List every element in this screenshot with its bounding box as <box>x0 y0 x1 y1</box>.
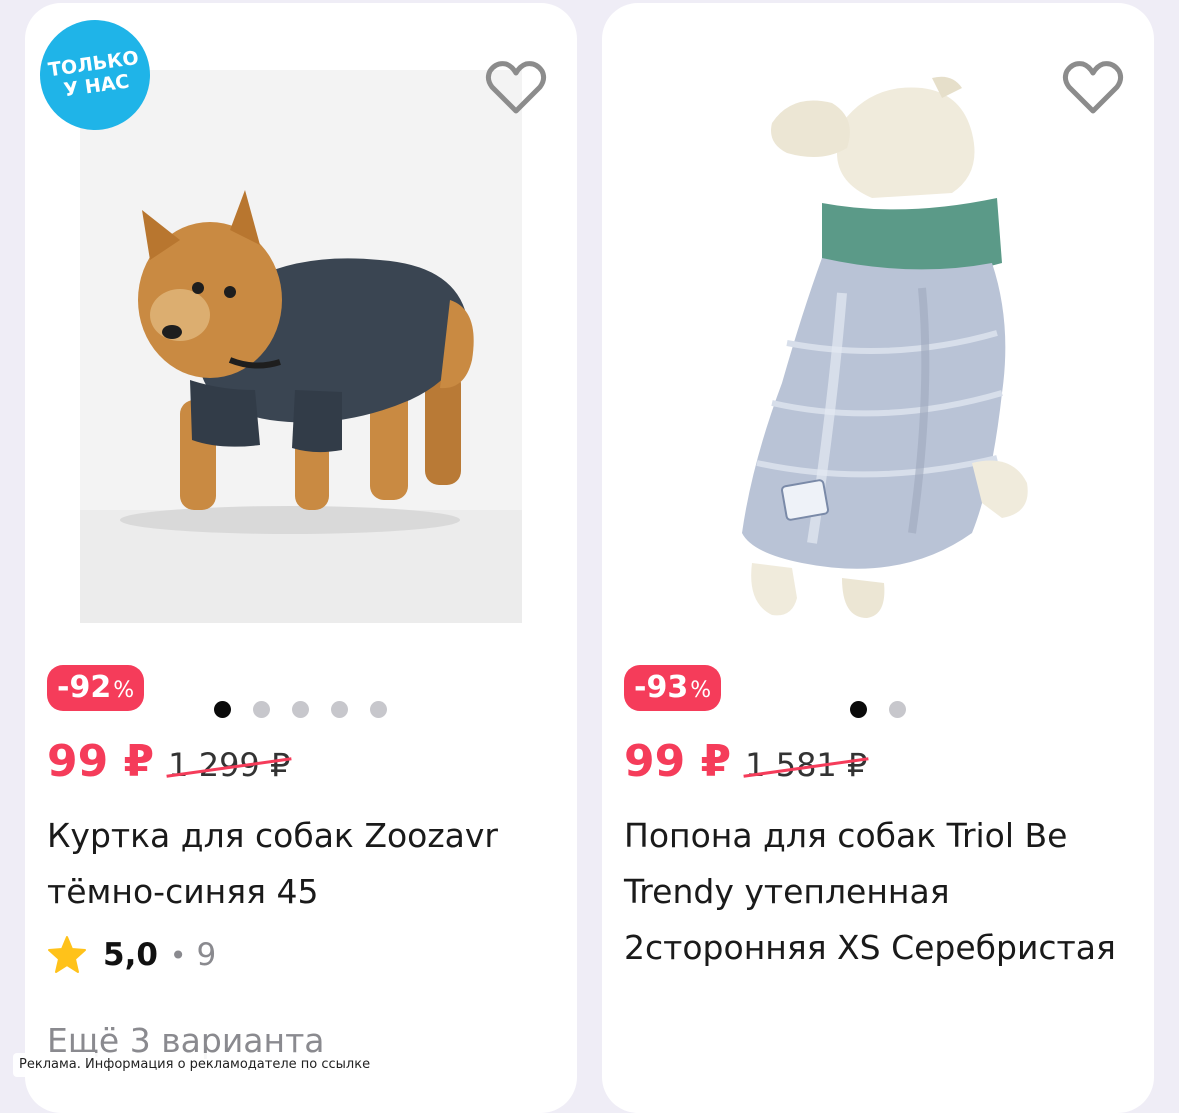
product-title[interactable]: Куртка для собак Zoozavr тёмно-синяя 45 <box>47 808 557 920</box>
gallery-dot[interactable] <box>370 701 387 718</box>
ad-disclaimer[interactable]: Реклама. Информация о рекламодателе по с… <box>13 1053 377 1077</box>
gallery-dot[interactable] <box>292 701 309 718</box>
old-price: 1 299 ₽ <box>168 746 291 784</box>
favorite-button[interactable] <box>484 59 548 117</box>
product-image[interactable] <box>672 63 1102 643</box>
star-icon <box>48 936 86 973</box>
exclusive-badge-text: ТОЛЬКО У НАС <box>46 46 141 102</box>
price-row: 99 ₽ 1 299 ₽ <box>47 736 290 787</box>
product-card[interactable]: ТОЛЬКО У НАС -92% 99 ₽ 1 299 ₽ Куртка дл… <box>25 3 577 1113</box>
reviews-count: 9 <box>196 937 217 973</box>
gallery-dot[interactable] <box>889 701 906 718</box>
discount-badge: -93% <box>624 665 722 711</box>
rating-value: 5,0 <box>103 937 158 973</box>
gallery-dot[interactable] <box>850 701 867 718</box>
price-row: 99 ₽ 1 581 ₽ <box>624 736 867 787</box>
old-price: 1 581 ₽ <box>745 746 868 784</box>
discount-value: -93 <box>634 670 689 705</box>
product-card[interactable]: -93% 99 ₽ 1 581 ₽ Попона для собак Triol… <box>602 3 1154 1113</box>
current-price: 99 ₽ <box>624 736 732 787</box>
rating-separator: • <box>169 938 187 972</box>
current-price: 99 ₽ <box>47 736 155 787</box>
gallery-dots <box>214 701 387 718</box>
rating-row: 5,0 • 9 <box>47 935 216 975</box>
product-image[interactable] <box>80 70 522 623</box>
dog-vest-photo <box>672 63 1102 643</box>
discount-percent: % <box>113 678 135 703</box>
discount-percent: % <box>690 678 712 703</box>
gallery-dot[interactable] <box>331 701 348 718</box>
discount-value: -92 <box>57 670 112 705</box>
dog-jacket-photo <box>80 70 522 623</box>
favorite-button[interactable] <box>1061 59 1125 117</box>
gallery-dots <box>850 701 906 718</box>
heart-icon <box>485 61 547 114</box>
product-title[interactable]: Попона для собак Triol Be Trendy утеплен… <box>624 808 1134 976</box>
heart-icon <box>1062 61 1124 114</box>
discount-badge: -92% <box>47 665 145 711</box>
gallery-dot[interactable] <box>253 701 270 718</box>
gallery-dot[interactable] <box>214 701 231 718</box>
